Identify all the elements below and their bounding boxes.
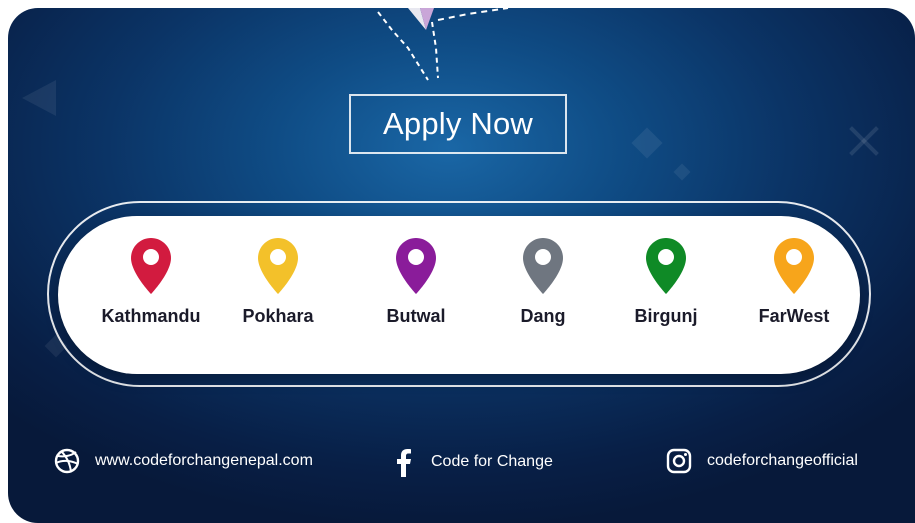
location-dang: Dang: [483, 238, 603, 327]
footer-instagram-text: codeforchangeofficial: [707, 452, 858, 469]
location-label: Pokhara: [242, 306, 314, 326]
footer-website-text: www.codeforchangenepal.com: [95, 452, 313, 469]
map-pin-icon: [523, 238, 563, 294]
location-label: Kathmandu: [101, 306, 201, 326]
decorative-diamond: [673, 163, 691, 181]
map-pin-icon: [258, 238, 298, 294]
location-farwest: FarWest: [734, 238, 854, 327]
decorative-diamond: [631, 127, 663, 159]
map-pin-icon: [774, 238, 814, 294]
location-kathmandu: Kathmandu: [91, 238, 211, 327]
footer-instagram-link[interactable]: codeforchangeofficial: [665, 447, 858, 475]
instagram-icon: [665, 447, 693, 475]
location-butwal: Butwal: [356, 238, 476, 327]
location-label: Butwal: [386, 306, 446, 326]
decorative-cross-icon: [847, 124, 881, 158]
location-label: Dang: [520, 306, 566, 326]
map-pin-icon: [646, 238, 686, 294]
location-birgunj: Birgunj: [606, 238, 726, 327]
footer-facebook-link[interactable]: Code for Change: [391, 447, 553, 477]
footer-facebook-text: Code for Change: [431, 453, 553, 470]
apply-now-label: Apply Now: [383, 106, 533, 141]
map-pin-icon: [131, 238, 171, 294]
map-pin-icon: [396, 238, 436, 294]
facebook-icon: [391, 447, 417, 477]
location-label: FarWest: [758, 306, 830, 326]
dribbble-icon: [53, 447, 81, 475]
apply-now-button[interactable]: Apply Now: [349, 94, 567, 154]
paper-plane-icon: [377, 8, 509, 81]
decorative-triangle: [22, 80, 56, 116]
location-label: Birgunj: [634, 306, 698, 326]
footer-website-link[interactable]: www.codeforchangenepal.com: [53, 447, 313, 475]
location-pokhara: Pokhara: [218, 238, 338, 327]
